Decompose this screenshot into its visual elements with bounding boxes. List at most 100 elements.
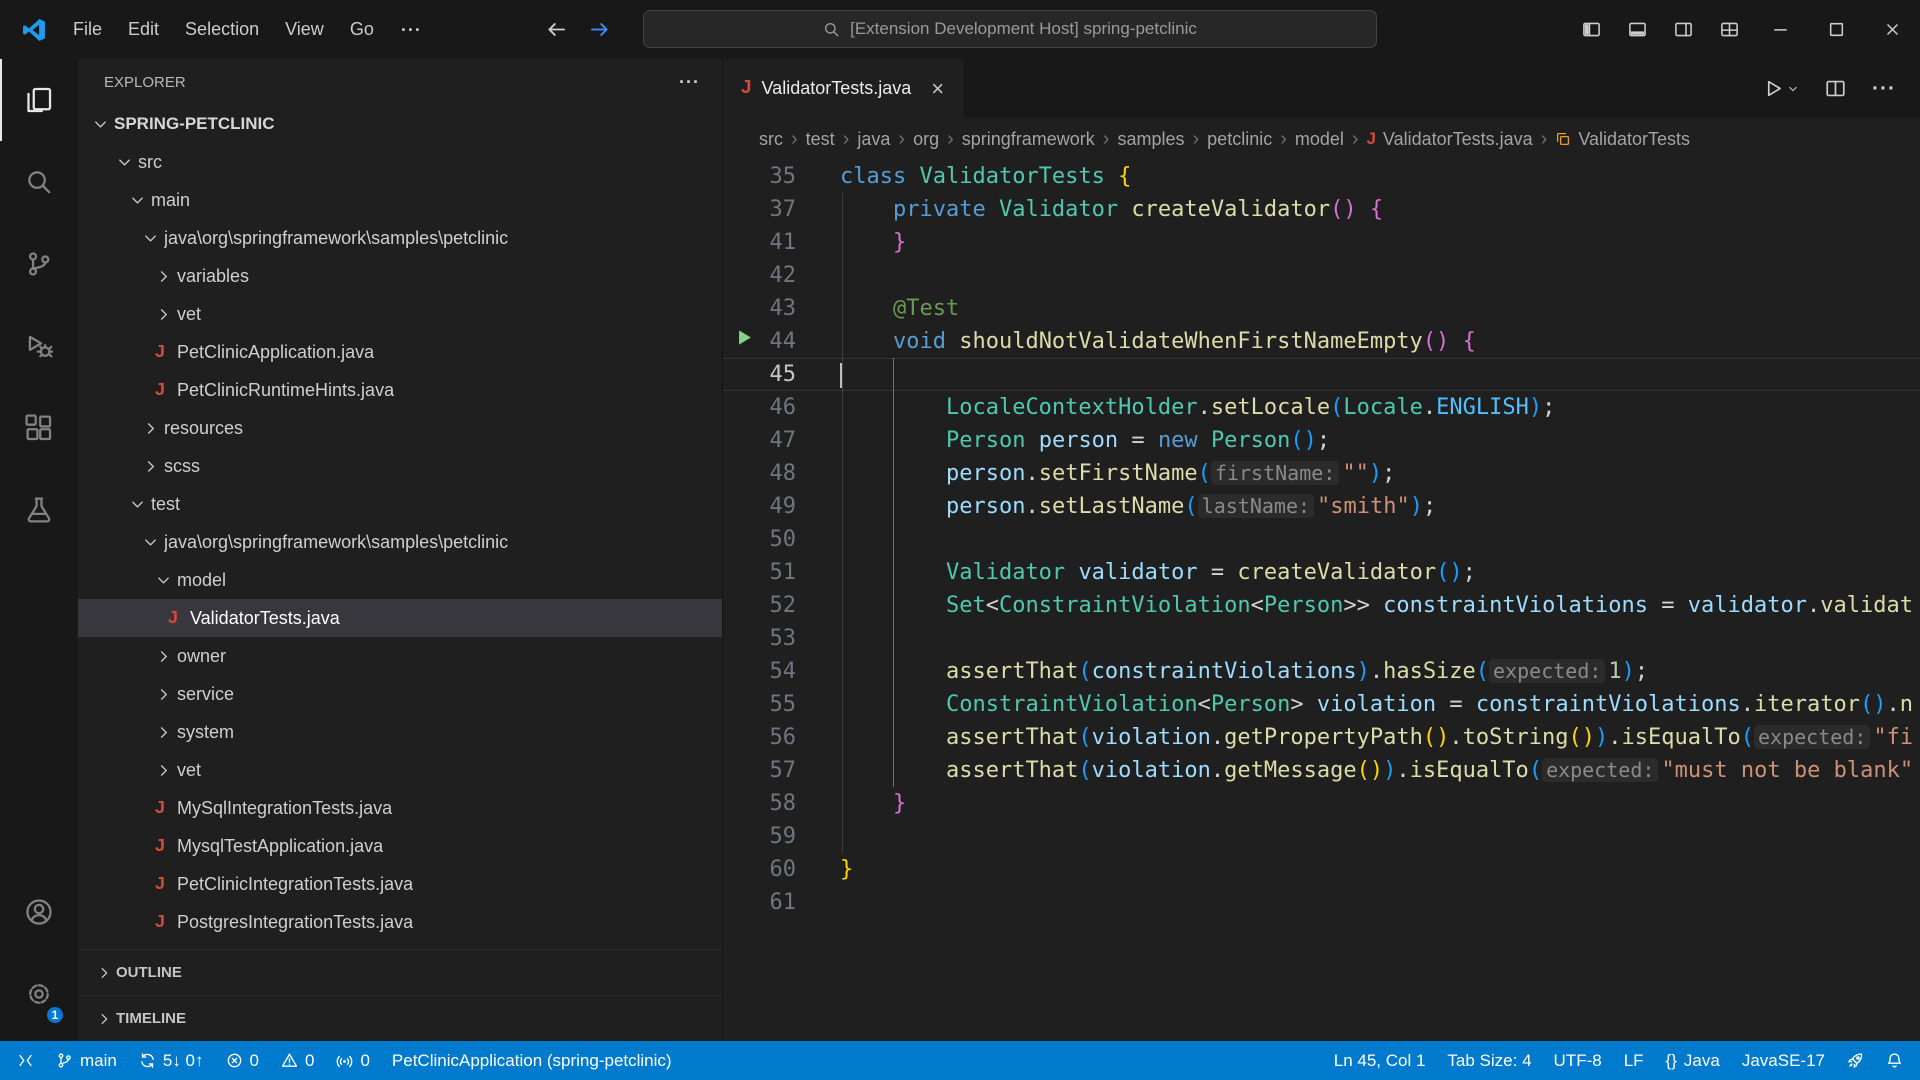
tree-item-main[interactable]: main	[78, 181, 722, 219]
code-line-58[interactable]: 58 }	[723, 787, 1920, 820]
line-number[interactable]: 45	[770, 358, 797, 391]
maximize-button[interactable]	[1808, 0, 1864, 59]
breadcrumb-validatortests-java[interactable]: JValidatorTests.java	[1367, 129, 1533, 150]
run-java-button[interactable]	[1763, 78, 1799, 99]
status-problems-errors[interactable]: 0	[215, 1041, 270, 1080]
tree-item-service[interactable]: service	[78, 675, 722, 713]
menu-selection[interactable]: Selection	[172, 0, 272, 59]
menu-more-button[interactable]: ···	[387, 0, 436, 59]
tree-item-resources[interactable]: resources	[78, 409, 722, 447]
code-line-59[interactable]: 59	[723, 820, 1920, 853]
code-line-61[interactable]: 61	[723, 886, 1920, 919]
code-line-50[interactable]: 50	[723, 523, 1920, 556]
toggle-panel-button[interactable]	[1614, 0, 1660, 59]
code-line-53[interactable]: 53	[723, 622, 1920, 655]
section-outline[interactable]: OUTLINE	[78, 949, 722, 995]
back-button[interactable]	[545, 18, 568, 41]
line-number[interactable]: 52	[770, 589, 797, 622]
code-line-47[interactable]: 47 Person person = new Person();	[723, 424, 1920, 457]
code-line-41[interactable]: 41 }	[723, 226, 1920, 259]
status-notifications[interactable]	[1875, 1041, 1914, 1080]
line-number[interactable]: 55	[770, 688, 797, 721]
breadcrumb-test[interactable]: test	[806, 129, 835, 150]
status-ports[interactable]: 0	[325, 1041, 380, 1080]
line-number[interactable]: 42	[770, 259, 797, 292]
code-area[interactable]: 35class ValidatorTests {37 private Valid…	[723, 160, 1920, 1041]
activity-explorer[interactable]	[0, 59, 78, 141]
activity-source-control[interactable]	[0, 223, 78, 305]
tree-item-postgresintegrationtests-java[interactable]: JPostgresIntegrationTests.java	[78, 903, 722, 941]
menu-go[interactable]: Go	[337, 0, 387, 59]
status-indentation[interactable]: Tab Size: 4	[1436, 1041, 1542, 1080]
tree-item-vet[interactable]: vet	[78, 295, 722, 333]
code-line-44[interactable]: 44 void shouldNotValidateWhenFirstNameEm…	[723, 325, 1920, 358]
code-line-55[interactable]: 55 ConstraintViolation<Person> violation…	[723, 688, 1920, 721]
close-button[interactable]	[1864, 0, 1920, 59]
tree-item-petclinicapplication-java[interactable]: JPetClinicApplication.java	[78, 333, 722, 371]
breadcrumb-springframework[interactable]: springframework	[962, 129, 1095, 150]
line-number[interactable]: 41	[770, 226, 797, 259]
tab-validatortests-java[interactable]: JValidatorTests.java×	[723, 59, 963, 118]
activity-settings[interactable]: 1	[0, 953, 78, 1035]
line-number[interactable]: 47	[770, 424, 797, 457]
status-cursor-position[interactable]: Ln 45, Col 1	[1323, 1041, 1437, 1080]
line-number[interactable]: 60	[770, 853, 797, 886]
customize-layout-button[interactable]	[1706, 0, 1752, 59]
tree-item-java-org-springframework-samples-petclinic[interactable]: java\org\springframework\samples\petclin…	[78, 219, 722, 257]
tree-item-spring-petclinic[interactable]: SPRING-PETCLINIC	[78, 105, 722, 143]
code-line-37[interactable]: 37 private Validator createValidator() {	[723, 193, 1920, 226]
line-number[interactable]: 59	[770, 820, 797, 853]
run-test-button[interactable]	[733, 325, 755, 358]
tree-item-variables[interactable]: variables	[78, 257, 722, 295]
menu-view[interactable]: View	[272, 0, 337, 59]
code-line-51[interactable]: 51 Validator validator = createValidator…	[723, 556, 1920, 589]
status-remote-indicator[interactable]	[6, 1041, 45, 1080]
toggle-primary-sidebar-button[interactable]	[1568, 0, 1614, 59]
minimize-button[interactable]	[1752, 0, 1808, 59]
breadcrumb-java[interactable]: java	[857, 129, 890, 150]
breadcrumb-src[interactable]: src	[759, 129, 783, 150]
line-number[interactable]: 43	[770, 292, 797, 325]
line-number[interactable]: 35	[770, 160, 797, 193]
status-problems-warnings[interactable]: 0	[270, 1041, 325, 1080]
status-git-branch[interactable]: main	[45, 1041, 128, 1080]
code-line-45[interactable]: 45	[723, 358, 1920, 391]
command-center[interactable]: [Extension Development Host] spring-petc…	[643, 10, 1377, 48]
tree-item-scss[interactable]: scss	[78, 447, 722, 485]
breadcrumb-validatortests[interactable]: ValidatorTests	[1555, 129, 1690, 150]
code-line-48[interactable]: 48 person.setFirstName(firstName:"");	[723, 457, 1920, 490]
tree-item-mysqlintegrationtests-java[interactable]: JMySqlIntegrationTests.java	[78, 789, 722, 827]
status-encoding[interactable]: UTF-8	[1543, 1041, 1613, 1080]
code-line-49[interactable]: 49 person.setLastName(lastName:"smith");	[723, 490, 1920, 523]
line-number[interactable]: 50	[770, 523, 797, 556]
line-number[interactable]: 53	[770, 622, 797, 655]
tree-item-java-org-springframework-samples-petclinic[interactable]: java\org\springframework\samples\petclin…	[78, 523, 722, 561]
breadcrumb-samples[interactable]: samples	[1117, 129, 1184, 150]
status-java-server-mode[interactable]	[1836, 1041, 1875, 1080]
tree-item-system[interactable]: system	[78, 713, 722, 751]
tree-item-petclinicintegrationtests-java[interactable]: JPetClinicIntegrationTests.java	[78, 865, 722, 903]
activity-run-and-debug[interactable]	[0, 305, 78, 387]
line-number[interactable]: 48	[770, 457, 797, 490]
code-line-46[interactable]: 46 LocaleContextHolder.setLocale(Locale.…	[723, 391, 1920, 424]
activity-search[interactable]	[0, 141, 78, 223]
code-line-54[interactable]: 54 assertThat(constraintViolations).hasS…	[723, 655, 1920, 688]
line-number[interactable]: 58	[770, 787, 797, 820]
status-java-runtime[interactable]: JavaSE-17	[1731, 1041, 1836, 1080]
status-language-mode[interactable]: {}Java	[1655, 1041, 1731, 1080]
status-eol[interactable]: LF	[1613, 1041, 1655, 1080]
tree-item-test[interactable]: test	[78, 485, 722, 523]
tree-item-src[interactable]: src	[78, 143, 722, 181]
split-editor-button[interactable]	[1825, 78, 1846, 99]
activity-testing[interactable]	[0, 469, 78, 551]
status-git-sync[interactable]: 5↓ 0↑	[128, 1041, 215, 1080]
code-line-42[interactable]: 42	[723, 259, 1920, 292]
tree-item-model[interactable]: model	[78, 561, 722, 599]
section-timeline[interactable]: TIMELINE	[78, 995, 722, 1041]
line-number[interactable]: 56	[770, 721, 797, 754]
forward-button[interactable]	[588, 18, 611, 41]
line-number[interactable]: 61	[770, 886, 797, 919]
line-number[interactable]: 37	[770, 193, 797, 226]
explorer-more-button[interactable]: ···	[679, 72, 700, 93]
line-number[interactable]: 49	[770, 490, 797, 523]
